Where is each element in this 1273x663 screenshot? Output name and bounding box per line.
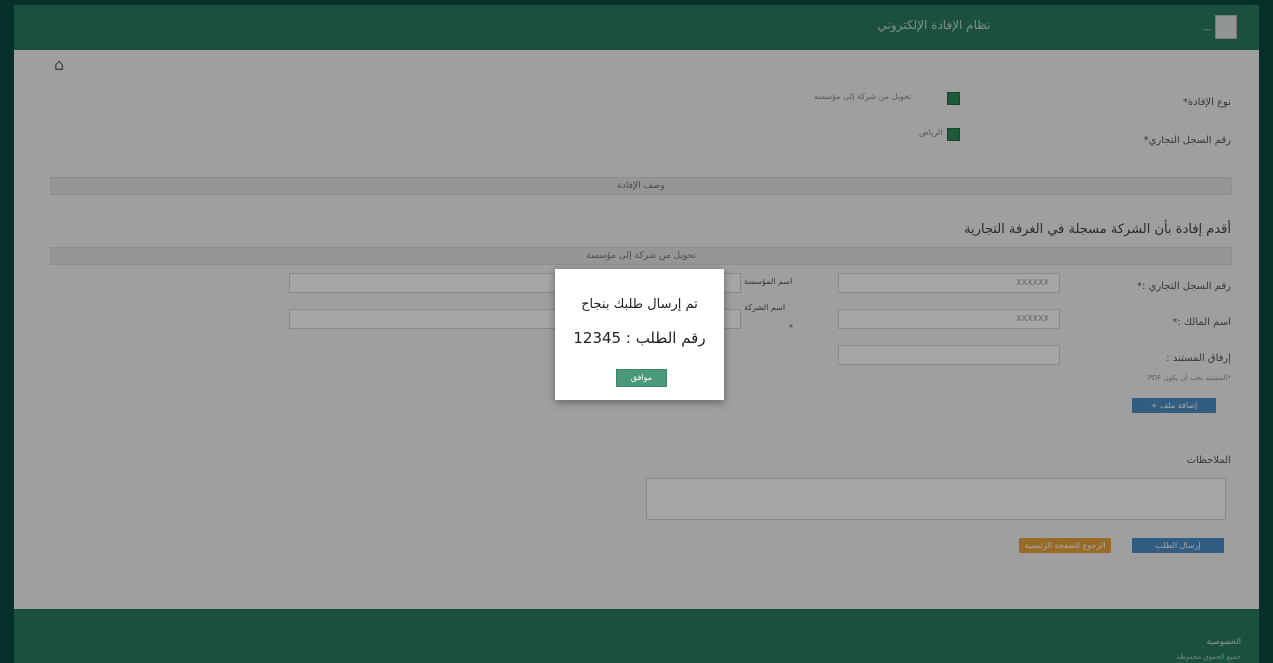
request-number-value: 12345: [573, 329, 622, 347]
request-number-line: رقم الطلب : 12345: [555, 329, 724, 347]
success-dialog: تم إرسال طلبك بنجاح رقم الطلب : 12345 مو…: [555, 269, 724, 400]
request-number-label: رقم الطلب :: [625, 329, 706, 347]
success-message: تم إرسال طلبك بنجاح: [581, 297, 698, 312]
ok-button[interactable]: موافق: [616, 369, 667, 387]
